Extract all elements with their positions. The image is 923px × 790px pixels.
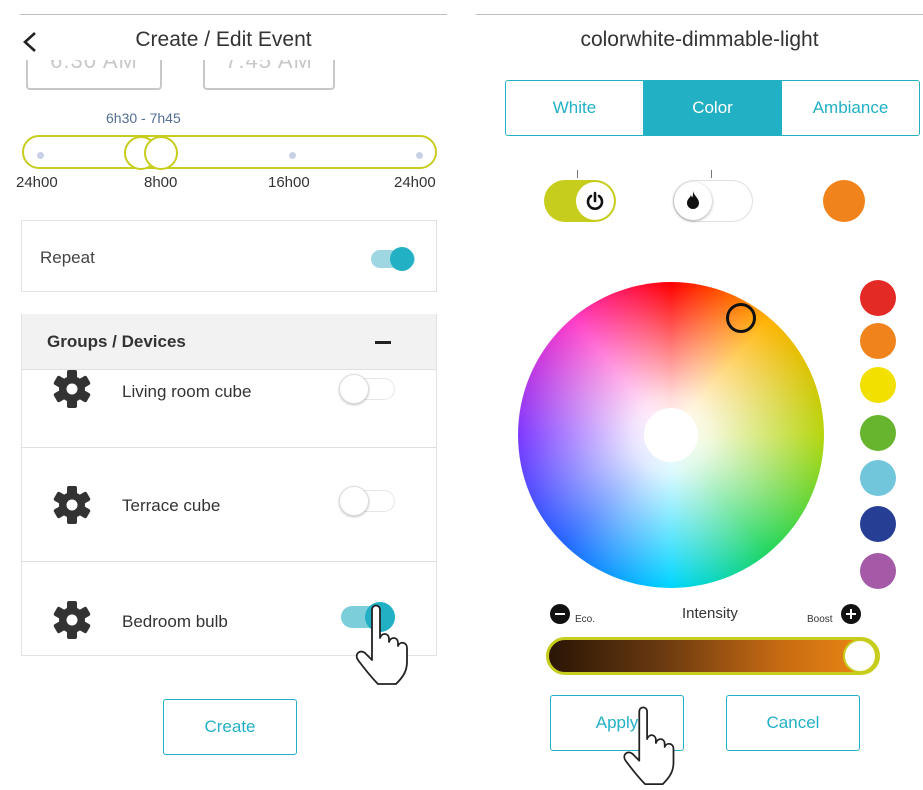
power-icon xyxy=(586,191,604,210)
color-selector-handle[interactable] xyxy=(726,303,756,333)
hand-pointer-icon xyxy=(623,706,675,786)
swatch-green[interactable] xyxy=(860,415,896,451)
device-label: Living room cube xyxy=(122,382,252,401)
timeline-dot xyxy=(37,152,44,159)
minus-icon[interactable] xyxy=(375,341,391,344)
gear-icon[interactable] xyxy=(52,485,92,525)
time-range-label: 6h30 - 7h45 xyxy=(106,110,181,126)
swatch-yellow[interactable] xyxy=(860,367,896,403)
flame-toggle[interactable] xyxy=(673,180,753,222)
range-end-handle[interactable] xyxy=(144,136,178,170)
swatch-orange[interactable] xyxy=(860,323,896,359)
end-time-field[interactable]: 7:45 AM xyxy=(203,60,335,90)
flame-icon xyxy=(687,191,699,209)
tab-ambiance[interactable]: Ambiance xyxy=(781,81,919,135)
device-toggle[interactable] xyxy=(337,370,399,406)
intensity-handle[interactable] xyxy=(843,639,877,673)
top-divider xyxy=(476,14,923,15)
color-wheel-center xyxy=(644,408,698,462)
cancel-button[interactable]: Cancel xyxy=(726,695,860,751)
timeline-dot xyxy=(416,152,423,159)
list-item: Living room cube xyxy=(22,370,436,448)
boost-label: Boost xyxy=(807,614,833,625)
timeline-tick: 16h00 xyxy=(268,174,310,191)
swatch-blue[interactable] xyxy=(860,506,896,542)
list-item: Terrace cube xyxy=(22,448,436,562)
minus-circle-icon[interactable] xyxy=(550,604,570,624)
device-label: Terrace cube xyxy=(122,496,221,515)
start-time-field[interactable]: 6:30 AM xyxy=(26,60,162,90)
top-divider xyxy=(20,14,447,15)
intensity-slider[interactable] xyxy=(546,637,880,675)
groups-devices-title: Groups / Devices xyxy=(47,332,186,351)
color-wheel[interactable] xyxy=(518,282,824,588)
toggle-tick xyxy=(577,170,578,178)
swatch-purple[interactable] xyxy=(860,553,896,589)
groups-devices-header[interactable]: Groups / Devices xyxy=(22,314,436,370)
intensity-label: Intensity xyxy=(682,605,738,622)
time-range-slider[interactable] xyxy=(22,135,437,169)
start-time-value: 6:30 AM xyxy=(50,60,138,73)
create-button[interactable]: Create xyxy=(163,699,297,755)
repeat-row: Repeat xyxy=(21,220,437,292)
page-title: Create / Edit Event xyxy=(135,28,312,51)
gear-icon[interactable] xyxy=(52,600,92,640)
timeline-tick: 8h00 xyxy=(144,174,178,191)
light-color-screen: colorwhite-dimmable-light White Color Am… xyxy=(476,0,923,790)
device-title: colorwhite-dimmable-light xyxy=(580,28,819,51)
timeline-tick: 24h00 xyxy=(16,174,58,191)
hand-pointer-icon xyxy=(355,604,408,685)
end-time-value: 7:45 AM xyxy=(225,60,313,73)
repeat-label: Repeat xyxy=(40,248,95,267)
swatch-red[interactable] xyxy=(860,280,896,316)
toggle-tick xyxy=(711,170,712,178)
plus-circle-icon[interactable] xyxy=(841,604,861,624)
eco-label: Eco. xyxy=(575,614,596,625)
gear-icon[interactable] xyxy=(52,369,92,409)
tab-white[interactable]: White xyxy=(506,81,643,135)
event-editor-screen: Create / Edit Event 6:30 AM 7:45 AM 6h30… xyxy=(0,0,447,790)
power-toggle[interactable] xyxy=(544,180,616,222)
swatch-light-blue[interactable] xyxy=(860,460,896,496)
device-label: Bedroom bulb xyxy=(122,612,228,631)
mode-tabs: White Color Ambiance xyxy=(505,80,920,136)
tab-color[interactable]: Color xyxy=(643,81,781,135)
repeat-toggle[interactable] xyxy=(371,245,417,273)
timeline-dot xyxy=(289,152,296,159)
current-color-swatch[interactable] xyxy=(823,180,865,222)
timeline-tick: 24h00 xyxy=(394,174,436,191)
device-toggle[interactable] xyxy=(337,482,399,518)
